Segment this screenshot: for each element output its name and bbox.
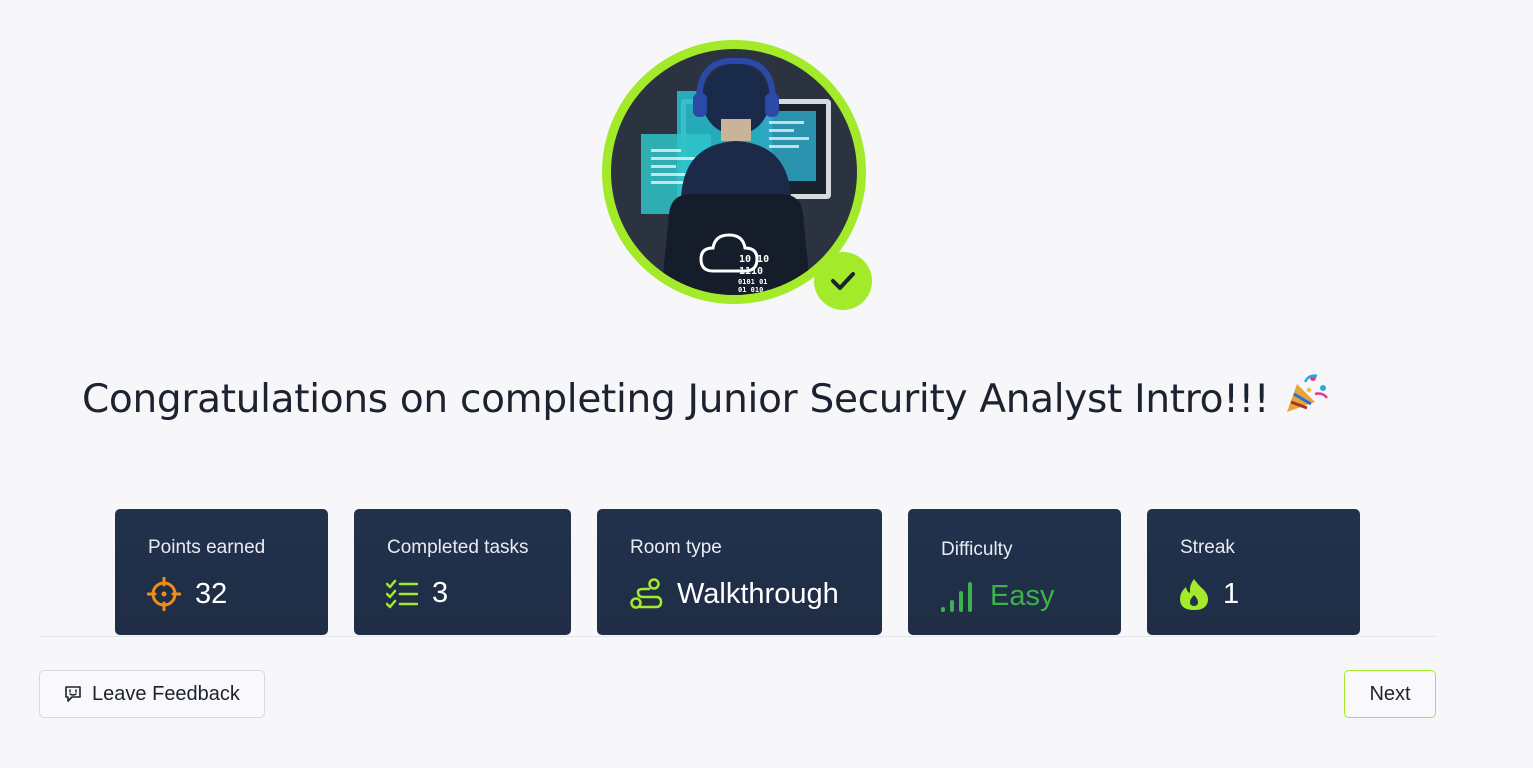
stat-value: 1 [1223,577,1240,610]
target-icon [147,577,181,611]
leave-feedback-label: Leave Feedback [92,682,240,705]
svg-text:10 10: 10 10 [739,254,769,265]
stat-value: 3 [432,577,449,609]
feedback-icon [65,686,81,702]
stat-completed-tasks: Completed tasks 3 [354,509,571,635]
analyst-illustration: 10 10 1110 0101 01 01 010 [641,57,831,295]
svg-text:1110: 1110 [739,266,763,277]
stat-label: Room type [630,537,722,558]
stat-room-type: Room type Walkthrough [597,509,882,635]
check-icon [831,272,855,290]
room-badge: 10 10 1110 0101 01 01 010 [602,40,874,312]
route-icon [630,578,663,609]
next-button[interactable]: Next [1344,670,1436,718]
stat-label: Points earned [148,537,266,558]
leave-feedback-button[interactable]: Leave Feedback [39,670,265,718]
next-label: Next [1369,682,1411,705]
stat-label: Completed tasks [387,537,529,558]
stat-difficulty: Difficulty Easy [908,509,1121,635]
stat-label: Difficulty [941,539,1013,560]
stat-value: 32 [195,577,228,610]
stat-points-earned: Points earned 32 [115,509,328,635]
checklist-icon [386,579,418,608]
completed-check-badge [814,252,872,310]
svg-text:0101 01: 0101 01 [738,278,768,286]
title-text: Congratulations on completing Junior Sec… [82,377,1270,422]
flame-icon [1180,579,1208,610]
page-title: Congratulations on completing Junior Sec… [82,372,1329,424]
divider [40,636,1436,637]
stat-streak: Streak 1 [1147,509,1360,635]
stat-value: Walkthrough [677,577,839,610]
party-popper-icon [1283,372,1329,424]
badge-artwork: 10 10 1110 0101 01 01 010 [611,49,857,295]
signal-bars-icon [941,582,972,612]
stat-label: Streak [1180,537,1235,558]
stat-value: Easy [990,579,1055,612]
